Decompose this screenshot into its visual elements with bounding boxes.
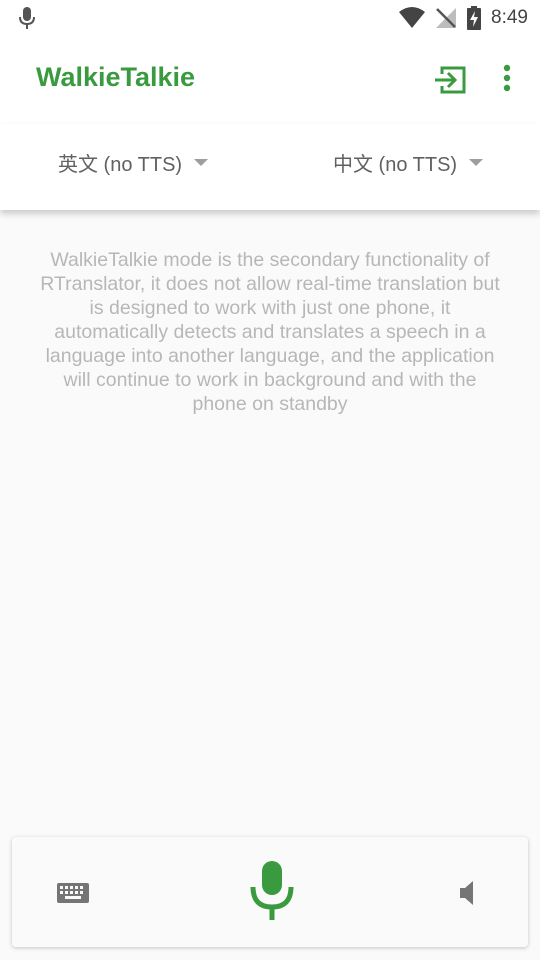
microphone-icon[interactable] [248,859,296,923]
language-bar: 英文 (no TTS) 中文 (no TTS) [0,124,540,210]
no-signal-icon [436,8,457,28]
more-vert-icon[interactable] [494,60,520,100]
second-language-selector[interactable]: 中文 (no TTS) [333,146,484,178]
mode-description: WalkieTalkie mode is the secondary funct… [40,249,500,415]
app-title: WalkieTalkie [36,62,196,92]
dropdown-arrow-icon [469,158,484,166]
keyboard-icon[interactable] [56,879,90,907]
first-language-label: 英文 (no TTS) [58,153,183,176]
dropdown-arrow-icon [194,158,209,166]
sound-icon[interactable] [458,880,478,906]
battery-charging-icon [467,6,482,30]
bottom-control-panel [12,837,528,947]
status-icons: 8:49 [399,4,528,32]
app-bar: WalkieTalkie [0,36,540,124]
first-language-selector[interactable]: 英文 (no TTS) [58,146,209,178]
mic-icon [19,7,35,29]
exit-icon[interactable] [430,60,470,100]
wifi-icon [399,7,426,28]
status-time: 8:49 [491,7,528,28]
status-bar: 8:49 [0,0,540,36]
second-language-label: 中文 (no TTS) [333,153,458,176]
